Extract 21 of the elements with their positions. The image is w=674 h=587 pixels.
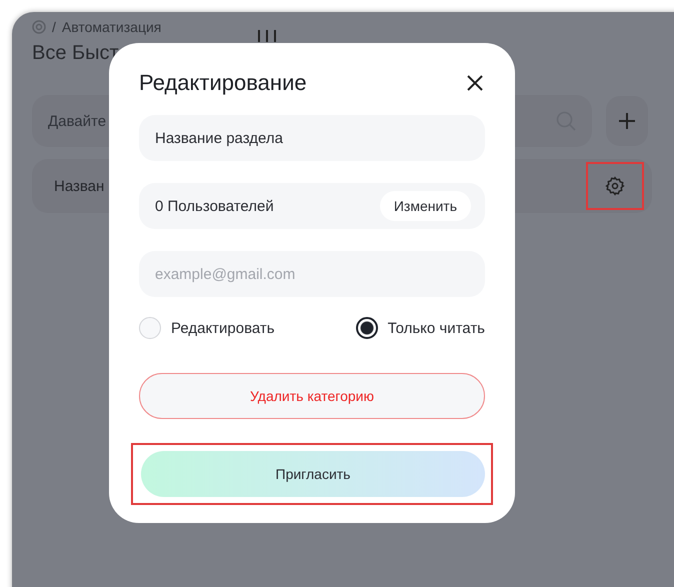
bars-icon xyxy=(256,30,278,42)
plus-icon xyxy=(618,112,636,130)
access-option[interactable]: Редактировать xyxy=(139,317,275,339)
name-field[interactable]: Название раздела xyxy=(139,115,485,161)
logo-icon xyxy=(32,20,46,34)
close-icon xyxy=(465,73,485,93)
radio-icon[interactable] xyxy=(356,317,378,339)
users-count: 0 Пользователей xyxy=(155,198,274,214)
close-button[interactable] xyxy=(465,73,485,93)
dialog-title: Редактирование xyxy=(139,70,307,96)
settings-icon xyxy=(605,176,625,196)
breadcrumb-separator: / xyxy=(52,19,56,35)
change-button[interactable]: Изменить xyxy=(380,191,471,221)
add-button[interactable] xyxy=(606,96,648,146)
email-field[interactable]: example@gmail.com xyxy=(139,251,485,297)
settings-button[interactable] xyxy=(586,162,644,210)
delete-button[interactable]: Удалить категорию xyxy=(139,373,485,419)
page-title: Все Быст xyxy=(32,42,120,65)
row-label: Назван xyxy=(54,178,104,194)
invite-button[interactable]: Пригласить xyxy=(141,451,485,497)
access-option[interactable]: Только читать xyxy=(356,317,485,339)
